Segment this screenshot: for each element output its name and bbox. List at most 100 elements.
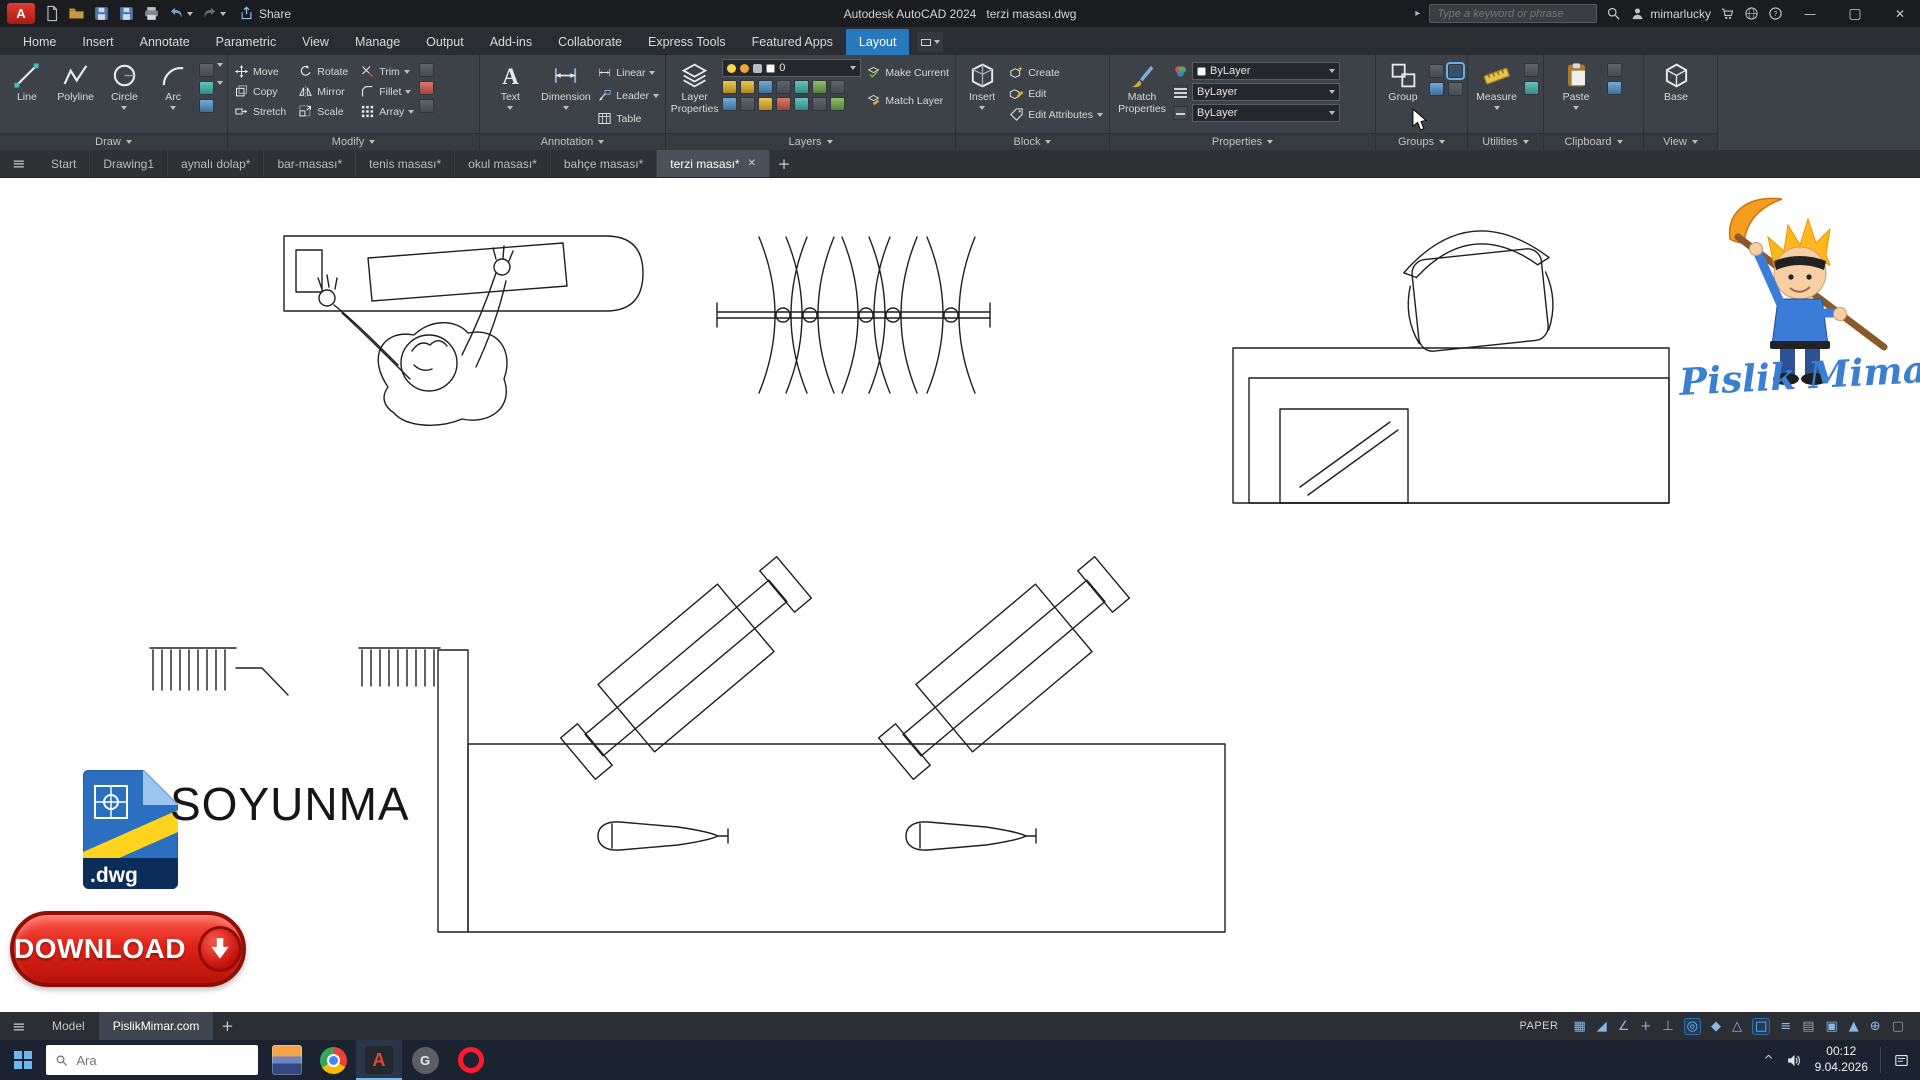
edit-block-button[interactable]: Edit [1007, 84, 1105, 103]
stretch-button[interactable]: Stretch [232, 102, 288, 121]
close-button[interactable] [1882, 0, 1918, 27]
panel-label-layers[interactable]: Layers [666, 133, 955, 150]
edit-attributes-button[interactable]: Edit Attributes [1007, 105, 1105, 124]
polyline-button[interactable]: Polyline [53, 59, 99, 104]
photo-viewer-taskbar-icon[interactable] [264, 1040, 310, 1080]
new-drawing-tab-button[interactable] [770, 150, 798, 177]
paper-space-indicator[interactable]: PAPER [1519, 1020, 1558, 1032]
search-options-arrow[interactable] [1415, 8, 1420, 19]
object-color-select[interactable]: ByLayer [1192, 62, 1340, 80]
lineweight-display-icon[interactable] [1780, 1020, 1791, 1033]
id-point-icon[interactable] [1524, 63, 1539, 77]
autodesk-apps-icon[interactable] [1744, 6, 1759, 21]
drawing-desk[interactable] [1233, 348, 1669, 503]
layer-prev-icon[interactable] [794, 97, 809, 111]
maximize-button[interactable] [1837, 0, 1873, 27]
linetype-select[interactable]: ByLayer [1192, 104, 1340, 122]
tray-expand-icon[interactable] [1764, 1053, 1774, 1067]
share-button[interactable]: Share [239, 6, 291, 21]
cad-drawing[interactable] [0, 179, 1920, 1012]
file-tab-bahce-masasi[interactable]: bahçe masası* [551, 150, 657, 177]
layer-copy-icon[interactable] [830, 97, 845, 111]
app-menu-button[interactable] [7, 3, 35, 24]
ungroup-icon[interactable] [1429, 64, 1444, 78]
ribbon-tab-parametric[interactable]: Parametric [203, 29, 289, 55]
notifications-icon[interactable] [1893, 1052, 1910, 1069]
panel-label-modify[interactable]: Modify [228, 133, 479, 150]
start-button[interactable] [0, 1040, 46, 1080]
plot-button[interactable] [142, 4, 161, 23]
arc-button[interactable]: Arc [150, 59, 196, 110]
layer-walk-icon[interactable] [830, 80, 845, 94]
model-tab[interactable]: Model [38, 1012, 99, 1040]
text-button[interactable]: Text [484, 59, 537, 110]
ellipse-icon[interactable] [199, 81, 214, 95]
ribbon-tab-featured-apps[interactable]: Featured Apps [739, 29, 846, 55]
paste-button[interactable]: Paste [1548, 59, 1604, 110]
open-button[interactable] [67, 4, 86, 23]
selection-cycling-icon[interactable] [1826, 1020, 1838, 1033]
leader-button[interactable]: Leader [595, 86, 661, 105]
insert-block-button[interactable]: Insert [960, 59, 1004, 110]
move-button[interactable]: Move [232, 62, 288, 81]
group-edit-icon[interactable] [1448, 64, 1463, 78]
circle-button[interactable]: Circle [102, 59, 148, 110]
keyword-search-input[interactable] [1429, 4, 1597, 23]
ribbon-tab-output[interactable]: Output [413, 29, 477, 55]
layer-isolate-icon[interactable] [740, 80, 755, 94]
osnap-tracking-icon[interactable] [1732, 1020, 1742, 1033]
panel-label-block[interactable]: Block [956, 133, 1109, 150]
scale-button[interactable]: Scale [296, 102, 350, 121]
close-tab-icon[interactable] [748, 158, 756, 169]
taskbar-search[interactable] [46, 1045, 258, 1075]
ribbon-tab-annotate[interactable]: Annotate [127, 29, 203, 55]
ribbon-tab-addins[interactable]: Add-ins [477, 29, 545, 55]
copy-button[interactable]: Copy [232, 82, 288, 101]
copy-clip-icon[interactable] [1607, 81, 1622, 95]
drawing-comb-right[interactable] [359, 648, 440, 686]
new-layout-button[interactable] [213, 1012, 241, 1040]
grid-icon[interactable] [1573, 1020, 1585, 1033]
file-tab-aynali-dolap[interactable]: aynalı dolap* [168, 150, 264, 177]
download-button[interactable]: DOWNLOAD [10, 911, 246, 987]
redo-button[interactable] [200, 4, 227, 23]
group-button[interactable]: Group [1380, 59, 1426, 104]
linear-button[interactable]: Linear [595, 63, 661, 82]
ribbon-tab-view[interactable]: View [289, 29, 342, 55]
rotate-button[interactable]: Rotate [296, 62, 350, 81]
match-layer-button[interactable]: Match Layer [864, 91, 951, 110]
minimize-button[interactable] [1792, 0, 1828, 27]
panel-label-properties[interactable]: Properties [1110, 133, 1375, 150]
isometric-drafting-icon[interactable] [1711, 1020, 1721, 1033]
layout-menu-icon[interactable] [0, 1012, 38, 1040]
panel-label-groups[interactable]: Groups [1376, 133, 1467, 150]
file-tab-start[interactable]: Start [38, 150, 90, 177]
layer-properties-button[interactable]: Layer Properties [670, 59, 719, 116]
measure-button[interactable]: Measure [1472, 59, 1521, 110]
ribbon-tab-layout[interactable]: Layout [846, 29, 910, 55]
ribbon-tab-home[interactable]: Home [10, 29, 69, 55]
file-tab-bar-masasi[interactable]: bar-masası* [264, 150, 356, 177]
layer-select[interactable]: 0 [722, 59, 861, 77]
array-button[interactable]: Array [358, 102, 416, 121]
ortho-icon[interactable] [1662, 1020, 1673, 1033]
customization-gear-icon[interactable] [1870, 1020, 1881, 1033]
clean-screen-icon[interactable] [1892, 1020, 1904, 1033]
layer-thaw-all-icon[interactable] [722, 97, 737, 111]
layer-freeze-icon[interactable] [758, 80, 773, 94]
mirror-button[interactable]: Mirror [296, 82, 350, 101]
layer-off-icon[interactable] [722, 80, 737, 94]
line-button[interactable]: Line [4, 59, 50, 104]
undo-button[interactable] [167, 4, 194, 23]
polar-tracking-icon[interactable] [1685, 1019, 1700, 1034]
hatch-icon[interactable] [199, 99, 214, 113]
search-icon[interactable] [1606, 6, 1621, 21]
quick-select-icon[interactable] [1524, 81, 1539, 95]
file-tab-terzi-masasi[interactable]: terzi masası* [657, 150, 770, 177]
layer-lock-tool-icon[interactable] [776, 80, 791, 94]
layer-merge-icon[interactable] [758, 97, 773, 111]
layout-tab-pislikmimar[interactable]: PislikMimar.com [99, 1012, 214, 1040]
chrome-taskbar-icon[interactable] [310, 1040, 356, 1080]
object-snap-icon[interactable] [1753, 1019, 1769, 1034]
group-manager-icon[interactable] [1448, 82, 1463, 96]
